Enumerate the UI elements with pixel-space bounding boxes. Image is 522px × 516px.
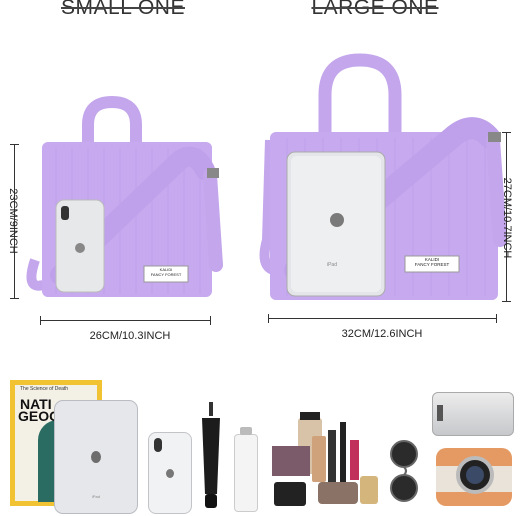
large-bag-tag: KALIDI FANCY FOREST xyxy=(414,257,450,267)
small-bag-tag: KALIDI FANCY FOREST xyxy=(150,267,182,277)
large-one-heading: LARGE ONE xyxy=(311,0,439,19)
small-one-heading: SMALL ONE xyxy=(61,0,185,19)
large-ipad-label: iPad xyxy=(326,262,337,268)
small-width-line xyxy=(40,320,210,321)
water-bottle-item xyxy=(234,427,258,512)
sunglasses-item xyxy=(390,440,418,502)
small-bag-illustration xyxy=(26,95,223,297)
umbrella-item xyxy=(202,402,220,508)
power-bank-item xyxy=(432,392,514,436)
large-height-label: 27CM/10.7INCH xyxy=(501,177,513,259)
large-width-line xyxy=(268,318,496,319)
small-height-label: 23CM/9INCH xyxy=(7,188,19,254)
small-width-label: 26CM/10.3INCH xyxy=(89,330,171,342)
camera-item xyxy=(436,448,512,506)
large-width-label: 32CM/12.6INCH xyxy=(341,328,423,340)
phone-item xyxy=(148,432,192,514)
tablet-item: iPad xyxy=(54,400,138,514)
large-bag-illustration xyxy=(259,53,507,300)
cosmetics-item xyxy=(272,412,378,506)
